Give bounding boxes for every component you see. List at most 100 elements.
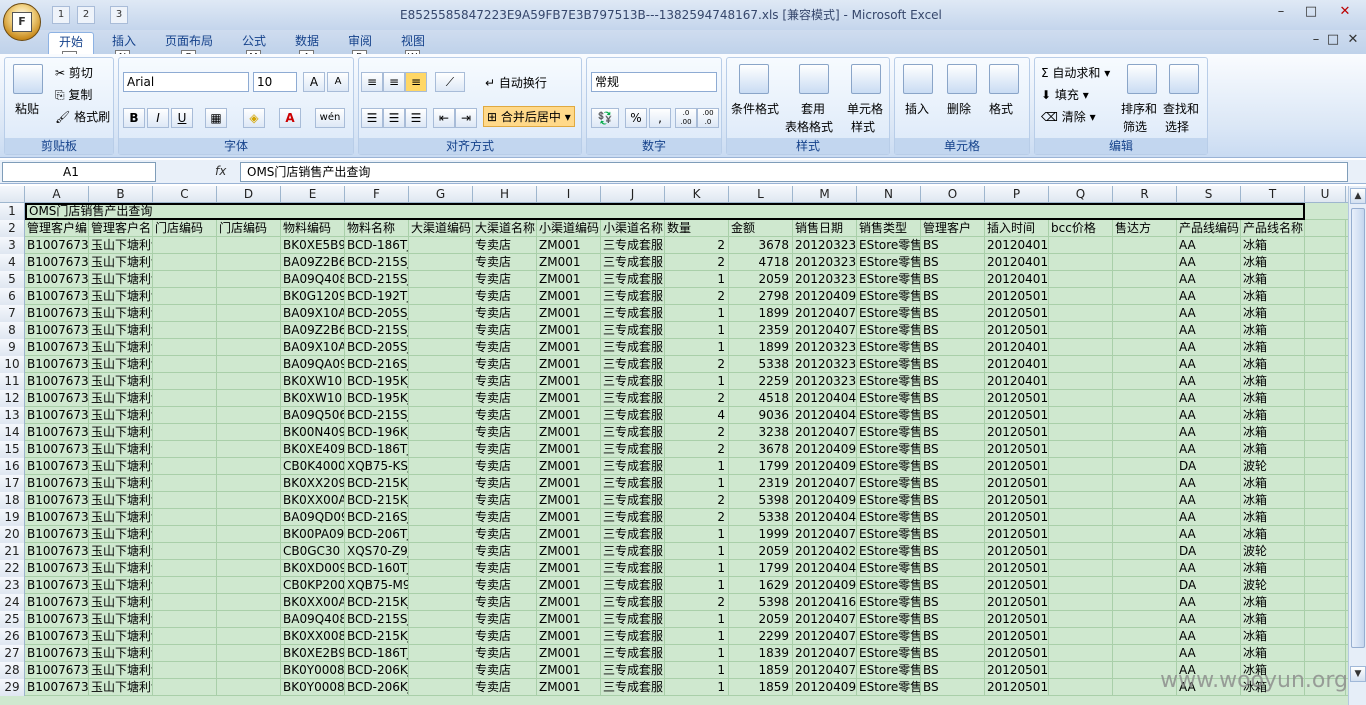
align-bottom-icon[interactable]: ≡ [405,72,427,92]
cell[interactable] [409,543,473,560]
row-header[interactable]: 22 [0,560,25,577]
cell[interactable]: 三专成套服 [601,305,665,322]
autosum-button[interactable]: Σ 自动求和 ▾ [1041,64,1110,81]
cell[interactable] [217,390,281,407]
cell[interactable] [1049,458,1113,475]
phonetic-button[interactable]: wén [315,108,345,128]
cell[interactable]: 专卖店 [473,305,537,322]
cell[interactable]: BS [921,254,985,271]
cell[interactable]: 20120501070534 [985,305,1049,322]
shrink-font-button[interactable]: A [327,72,349,92]
cell[interactable]: B1007673 [25,254,89,271]
cell[interactable] [1113,254,1177,271]
cell[interactable]: EStore零售 [857,356,921,373]
cell[interactable] [1113,322,1177,339]
office-button[interactable]: F [3,3,41,41]
cell[interactable]: 专卖店 [473,390,537,407]
cell[interactable]: BA09Q408 [281,271,345,288]
cell[interactable] [217,560,281,577]
cell[interactable]: 4518 [729,390,793,407]
cell[interactable]: EStore零售 [857,271,921,288]
cell[interactable] [1049,288,1113,305]
cell[interactable] [409,475,473,492]
cell[interactable]: 1999 [729,526,793,543]
cell[interactable]: 20120401070458 [985,356,1049,373]
cell[interactable]: 三专成套服 [601,288,665,305]
cell[interactable]: 20120407 [793,526,857,543]
bold-button[interactable]: B [123,108,145,128]
cell-style-button-line2[interactable]: 样式 [851,118,875,135]
cell[interactable]: 玉山下塘利剑家电 [89,254,153,271]
cell[interactable]: DA [1177,577,1241,594]
wrap-text-button[interactable]: ↵ 自动换行 [485,74,547,91]
cell[interactable]: BK0XW10 [281,373,345,390]
cell[interactable]: AA [1177,390,1241,407]
cell[interactable] [1113,339,1177,356]
cell[interactable]: 三专成套服 [601,424,665,441]
cell[interactable]: AA [1177,339,1241,356]
cell[interactable]: AA [1177,492,1241,509]
cell[interactable] [1305,577,1346,594]
column-header-n[interactable]: N [857,186,921,203]
cell[interactable]: BCD-216SJ [345,356,409,373]
borders-icon[interactable]: ▦ [205,108,227,128]
cell[interactable]: 20120407 [793,322,857,339]
cell[interactable]: 数量 [665,220,729,237]
cell[interactable]: 5398 [729,492,793,509]
cell[interactable]: 管理客户编 [25,220,89,237]
cell[interactable]: 5398 [729,594,793,611]
cell[interactable] [153,492,217,509]
cell[interactable] [1305,373,1346,390]
cell[interactable] [153,356,217,373]
table-format-icon[interactable] [799,64,829,94]
cell[interactable] [1305,220,1346,237]
cell[interactable]: 三专成套服 [601,543,665,560]
cell[interactable] [1305,237,1346,254]
cell[interactable] [217,543,281,560]
cell[interactable]: 冰箱 [1241,271,1305,288]
cell[interactable]: 小渠道编码 [537,220,601,237]
cell[interactable] [153,322,217,339]
cell[interactable] [1049,373,1113,390]
cell[interactable]: 三专成套服 [601,577,665,594]
cell[interactable]: 专卖店 [473,339,537,356]
cell[interactable] [1049,526,1113,543]
column-header-r[interactable]: R [1113,186,1177,203]
cell-style-button-line1[interactable]: 单元格 [847,100,883,117]
cell[interactable] [217,373,281,390]
cell[interactable]: BS [921,237,985,254]
cell[interactable]: 1839 [729,645,793,662]
cell[interactable] [153,543,217,560]
cell[interactable]: 4718 [729,254,793,271]
cell[interactable] [217,594,281,611]
cell[interactable]: 冰箱 [1241,628,1305,645]
cell[interactable]: BA09QA09 [281,356,345,373]
cell[interactable] [217,526,281,543]
cell[interactable] [1305,288,1346,305]
row-header[interactable]: 29 [0,679,25,696]
cell[interactable] [217,611,281,628]
cell[interactable]: 冰箱 [1241,560,1305,577]
cell[interactable]: 专卖店 [473,560,537,577]
cell[interactable]: 1 [665,662,729,679]
column-header-s[interactable]: S [1177,186,1241,203]
cell[interactable]: 1 [665,373,729,390]
cell[interactable]: 玉山下塘利剑家电 [89,577,153,594]
cell[interactable]: 物料编码 [281,220,345,237]
column-header-t[interactable]: T [1241,186,1305,203]
row-header[interactable]: 12 [0,390,25,407]
cell[interactable] [1049,594,1113,611]
cell[interactable]: 专卖店 [473,458,537,475]
cell[interactable]: AA [1177,509,1241,526]
cell[interactable]: ZM001 [537,509,601,526]
table-format-button-line1[interactable]: 套用 [801,100,825,117]
column-header-j[interactable]: J [601,186,665,203]
cell[interactable]: 1 [665,339,729,356]
format-cells-icon[interactable] [989,64,1019,94]
cell[interactable] [153,560,217,577]
cell[interactable]: 三专成套服 [601,237,665,254]
cell[interactable]: 20120501070534 [985,458,1049,475]
cell[interactable]: 20120501070534 [985,407,1049,424]
cell[interactable]: 2 [665,509,729,526]
cell[interactable]: BK0XE5B9 [281,237,345,254]
